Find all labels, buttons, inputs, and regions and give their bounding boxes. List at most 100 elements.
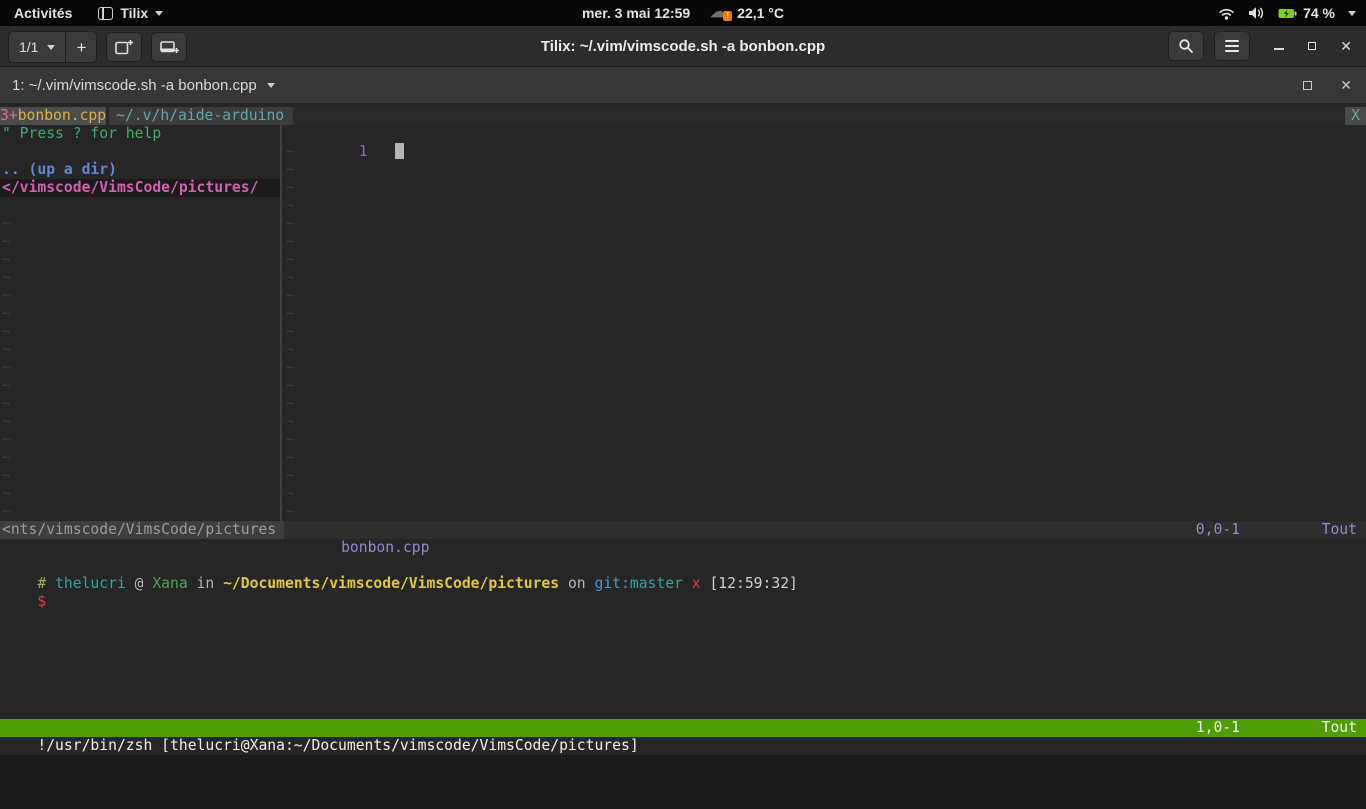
text-cursor xyxy=(395,143,404,159)
tilix-header-bar: 1/1 + Tilix: xyxy=(0,26,1366,67)
buffer-line-1: 1 xyxy=(282,125,1366,143)
split-right-button[interactable] xyxy=(106,32,142,62)
tilde-line: ~ xyxy=(0,287,280,305)
shell-prompt-line: # thelucri @ Xana in ~/Documents/vimscod… xyxy=(0,557,1366,575)
tilde-line: ~ xyxy=(0,251,280,269)
editor-tilde-lines: ~~~~~~~~~~~~~~~~~~~~~ xyxy=(282,143,1366,521)
tilde-line: ~ xyxy=(0,503,280,521)
restore-icon xyxy=(1308,42,1316,50)
prompt-path: ~/Documents/vimscode/VimsCode/pictures xyxy=(223,575,559,592)
close-terminal-button[interactable]: ✕ xyxy=(1340,78,1352,92)
tilde-line: ~ xyxy=(282,341,1366,359)
restore-button[interactable] xyxy=(1308,37,1316,55)
minimize-icon xyxy=(1274,48,1284,50)
search-button[interactable] xyxy=(1168,31,1204,61)
hamburger-menu-icon xyxy=(1225,40,1239,52)
session-tab-bar: 1: ~/.vim/vimscode.sh -a bonbon.cpp ✕ xyxy=(0,67,1366,103)
tilde-line: ~ xyxy=(282,233,1366,251)
tilde-line: ~ xyxy=(0,359,280,377)
tilde-line: ~ xyxy=(0,377,280,395)
prompt-on: on xyxy=(559,575,594,592)
minimize-button[interactable] xyxy=(1274,37,1284,55)
tilde-line: ~ xyxy=(282,449,1366,467)
statusline-right: bonbon.cpp 0,0-1 Tout xyxy=(284,521,1366,539)
prompt-git-branch: master xyxy=(630,575,683,592)
prompt-time: [12:59:32] xyxy=(709,575,797,592)
tab-filename: bonbon.cpp xyxy=(18,107,106,125)
app-menu-label: Tilix xyxy=(120,5,148,21)
wifi-icon xyxy=(1218,7,1235,20)
session-title[interactable]: 1: ~/.vim/vimscode.sh -a bonbon.cpp xyxy=(12,77,257,94)
tilde-line: ~ xyxy=(0,233,280,251)
chevron-down-icon xyxy=(47,45,55,50)
vim-tab-active[interactable]: 3+ bonbon.cpp xyxy=(0,107,106,125)
split-down-icon xyxy=(160,39,179,55)
close-window-button[interactable]: ✕ xyxy=(1340,39,1352,53)
tilde-line: ~ xyxy=(282,323,1366,341)
weather-alert-badge: ! xyxy=(723,11,732,21)
chevron-down-icon xyxy=(1348,11,1356,16)
nerdtree-tilde-lines: ~~~~~~~~~~~~~~~~~ xyxy=(0,215,280,521)
statusline-left-path: <nts/vimscode/VimsCode/pictures xyxy=(0,521,284,539)
prompt-host: Xana xyxy=(152,575,187,592)
tilde-line: ~ xyxy=(282,215,1366,233)
vim-tab-inactive[interactable]: ~/.v/h/aide-arduino xyxy=(109,107,293,125)
blank-line xyxy=(0,143,280,161)
nerdtree-help-line: " Press ? for help xyxy=(0,125,280,143)
new-session-button[interactable]: + xyxy=(65,32,96,62)
tilde-line: ~ xyxy=(0,323,280,341)
tilde-line: ~ xyxy=(282,197,1366,215)
chevron-down-icon[interactable] xyxy=(267,83,275,88)
statusline-filename: bonbon.cpp xyxy=(341,539,429,556)
tilde-line: ~ xyxy=(282,251,1366,269)
tilde-line: ~ xyxy=(0,341,280,359)
tilde-line: ~ xyxy=(282,485,1366,503)
plus-icon: + xyxy=(76,39,86,56)
tilde-line: ~ xyxy=(282,503,1366,521)
session-counter-dropdown[interactable]: 1/1 xyxy=(9,32,65,62)
nerdtree-pane[interactable]: " Press ? for help .. (up a dir) </vimsc… xyxy=(0,125,282,521)
tab-modified-count: 3+ xyxy=(0,107,18,125)
tilde-line: ~ xyxy=(282,143,1366,161)
nerdtree-updir-line[interactable]: .. (up a dir) xyxy=(0,161,280,179)
session-counter-label: 1/1 xyxy=(19,39,38,55)
tilde-line: ~ xyxy=(282,467,1366,485)
vim-statusline: <nts/vimscode/VimsCode/pictures bonbon.c… xyxy=(0,521,1366,539)
tilde-line: ~ xyxy=(0,449,280,467)
tilde-line: ~ xyxy=(0,305,280,323)
tilde-line: ~ xyxy=(282,161,1366,179)
tilde-line: ~ xyxy=(282,377,1366,395)
tilde-line: ~ xyxy=(282,431,1366,449)
window-edge xyxy=(0,755,1366,765)
system-status-area[interactable]: 74 % xyxy=(1218,5,1366,21)
tilde-line: ~ xyxy=(0,395,280,413)
maximize-terminal-button[interactable] xyxy=(1303,77,1312,94)
vim-split-panes: " Press ? for help .. (up a dir) </vimsc… xyxy=(0,125,1366,521)
activities-button[interactable]: Activités xyxy=(14,5,72,21)
split-down-button[interactable] xyxy=(151,32,187,62)
gnome-top-bar: Activités Tilix mer. 3 mai 12:59 ☁ ! 22,… xyxy=(0,0,1366,26)
vim-terminal-statusline: !/usr/bin/zsh [thelucri@Xana:~/Documents… xyxy=(0,719,1366,737)
weather-widget[interactable]: ☁ ! 22,1 °C xyxy=(710,4,784,22)
main-menu-button[interactable] xyxy=(1214,31,1250,61)
terminal-viewport[interactable]: 3+ bonbon.cpp ~/.v/h/aide-arduino X " Pr… xyxy=(0,103,1366,765)
tilde-line: ~ xyxy=(282,413,1366,431)
app-menu-button[interactable]: Tilix xyxy=(98,5,163,21)
search-icon xyxy=(1178,38,1194,54)
prompt-user: thelucri xyxy=(55,575,126,592)
statusline-ruler: 0,0-1 xyxy=(1196,521,1240,539)
line-number: 1 xyxy=(359,143,368,160)
tilde-line: ~ xyxy=(282,179,1366,197)
vim-tab-close-button[interactable]: X xyxy=(1345,107,1366,125)
terminal-statusline-position: Tout xyxy=(1322,719,1357,737)
prompt-git-prefix: git: xyxy=(595,575,630,592)
blank-line xyxy=(0,539,1366,557)
window-title: Tilix: ~/.vim/vimscode.sh -a bonbon.cpp xyxy=(0,26,1366,66)
tilde-line: ~ xyxy=(0,485,280,503)
editor-pane[interactable]: 1 ~~~~~~~~~~~~~~~~~~~~~ xyxy=(282,125,1366,521)
terminal-statusline-text: !/usr/bin/zsh [thelucri@Xana:~/Documents… xyxy=(37,737,638,754)
clock[interactable]: mer. 3 mai 12:59 xyxy=(582,5,690,21)
battery-icon xyxy=(1278,8,1297,19)
nerdtree-root-line[interactable]: </vimscode/VimsCode/pictures/ xyxy=(0,179,280,197)
temperature-label: 22,1 °C xyxy=(737,5,784,21)
